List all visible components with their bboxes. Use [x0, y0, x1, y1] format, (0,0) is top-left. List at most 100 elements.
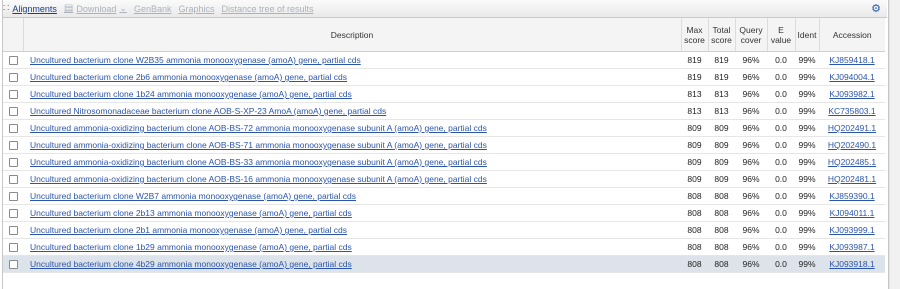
header-total-score[interactable]: Total score [707, 18, 735, 52]
download-menu[interactable]: ▤ Download ⌄ [64, 3, 127, 14]
table-row[interactable]: Uncultured bacterium clone 2b6 ammonia m… [3, 68, 885, 86]
table-row[interactable]: Uncultured bacterium clone 2b13 ammonia … [3, 204, 885, 222]
description-link[interactable]: Uncultured Nitrosomonadaceae bacterium c… [23, 106, 386, 116]
checkbox[interactable] [8, 192, 18, 202]
row-checkbox[interactable] [3, 119, 23, 137]
query-cover-cell: 96% [735, 51, 767, 69]
row-checkbox[interactable] [3, 68, 23, 86]
table-row[interactable]: Uncultured Nitrosomonadaceae bacterium c… [3, 102, 885, 120]
total-score-cell: 808 [708, 187, 735, 205]
row-checkbox[interactable] [3, 238, 23, 256]
checkbox[interactable] [8, 243, 18, 253]
accession-link[interactable]: KJ094011.1 [830, 208, 875, 218]
description-cell: Uncultured bacterium clone 2b1 ammonia m… [23, 221, 681, 239]
max-score-cell: 808 [681, 255, 708, 273]
description-link[interactable]: Uncultured bacterium clone 4b29 ammonia … [23, 259, 352, 269]
gear-icon[interactable]: ⚙ [871, 2, 881, 15]
row-checkbox[interactable] [3, 136, 23, 154]
checkbox[interactable] [8, 107, 18, 117]
genbank-link[interactable]: GenBank [134, 4, 172, 14]
accession-link[interactable]: KJ093918.1 [829, 259, 874, 269]
accession-cell: KC735803.1 [819, 102, 885, 120]
checkbox[interactable] [8, 90, 18, 100]
checkbox[interactable] [8, 73, 18, 83]
description-link[interactable]: Uncultured bacterium clone 1b24 ammonia … [23, 89, 352, 99]
total-score-cell: 808 [708, 255, 735, 273]
accession-link[interactable]: KJ859390.1 [829, 191, 874, 201]
total-score-cell: 813 [708, 102, 735, 120]
description-link[interactable]: Uncultured bacterium clone 2b6 ammonia m… [23, 72, 347, 82]
accession-link[interactable]: KJ859418.1 [829, 55, 874, 65]
row-checkbox[interactable] [3, 255, 23, 273]
description-link[interactable]: Uncultured bacterium clone W2B35 ammonia… [23, 55, 361, 65]
download-label: Download [76, 3, 117, 14]
description-link[interactable]: Uncultured bacterium clone 2b13 ammonia … [23, 208, 352, 218]
description-cell: Uncultured ammonia-oxidizing bacterium c… [23, 119, 681, 137]
description-link[interactable]: Uncultured bacterium clone 1b29 ammonia … [23, 242, 352, 252]
checkbox[interactable] [8, 260, 18, 270]
table-row[interactable]: Uncultured bacterium clone 1b29 ammonia … [3, 238, 885, 256]
table-row[interactable]: Uncultured ammonia-oxidizing bacterium c… [3, 136, 885, 154]
description-link[interactable]: Uncultured ammonia-oxidizing bacterium c… [23, 174, 487, 184]
row-checkbox[interactable] [3, 153, 23, 171]
description-link[interactable]: Uncultured bacterium clone 2b1 ammonia m… [23, 225, 347, 235]
accession-link[interactable]: KJ093987.1 [829, 242, 874, 252]
table-row[interactable]: Uncultured bacterium clone 1b24 ammonia … [3, 85, 885, 103]
accession-cell: KJ859418.1 [819, 51, 885, 69]
description-link[interactable]: Uncultured bacterium clone W2B7 ammonia … [23, 191, 356, 201]
row-checkbox[interactable] [3, 102, 23, 120]
total-score-cell: 808 [708, 221, 735, 239]
query-cover-cell: 96% [735, 85, 767, 103]
header-e-value[interactable]: E value [766, 18, 795, 52]
checkbox[interactable] [8, 158, 18, 168]
header-max-score[interactable]: Max score [680, 18, 708, 52]
distance-tree-link[interactable]: Distance tree of results [221, 4, 313, 14]
row-checkbox[interactable] [3, 51, 23, 69]
header-query-cover[interactable]: Query cover [734, 18, 767, 52]
accession-cell: KJ093987.1 [819, 238, 885, 256]
table-row[interactable]: Uncultured bacterium clone W2B7 ammonia … [3, 187, 885, 205]
row-checkbox[interactable] [3, 187, 23, 205]
ident-cell: 99% [795, 85, 819, 103]
e-value-cell: 0.0 [767, 170, 795, 188]
table-row[interactable]: Uncultured ammonia-oxidizing bacterium c… [3, 170, 885, 188]
accession-link[interactable]: KJ093982.1 [829, 89, 874, 99]
header-accession[interactable]: Accession [818, 18, 885, 52]
checkbox[interactable] [8, 175, 18, 185]
description-link[interactable]: Uncultured ammonia-oxidizing bacterium c… [23, 140, 487, 150]
scrollbar[interactable] [889, 0, 900, 289]
graphics-link[interactable]: Graphics [178, 4, 214, 14]
description-cell: Uncultured bacterium clone 4b29 ammonia … [23, 255, 681, 273]
accession-link[interactable]: HQ202491.1 [828, 123, 876, 133]
table-row[interactable]: Uncultured ammonia-oxidizing bacterium c… [3, 119, 885, 137]
max-score-cell: 809 [681, 119, 708, 137]
accession-link[interactable]: KC735803.1 [828, 106, 875, 116]
accession-link[interactable]: HQ202490.1 [828, 140, 876, 150]
checkbox[interactable] [8, 56, 18, 66]
accession-link[interactable]: KJ094004.1 [829, 72, 874, 82]
header-ident[interactable]: Ident [794, 18, 819, 52]
row-checkbox[interactable] [3, 221, 23, 239]
description-link[interactable]: Uncultured ammonia-oxidizing bacterium c… [23, 123, 487, 133]
checkbox[interactable] [8, 209, 18, 219]
accession-link[interactable]: KJ093999.1 [829, 225, 874, 235]
header-description[interactable]: Description [22, 18, 681, 52]
query-cover-cell: 96% [735, 187, 767, 205]
table-row[interactable]: Uncultured bacterium clone W2B35 ammonia… [3, 51, 885, 69]
table-row[interactable]: Uncultured bacterium clone 4b29 ammonia … [3, 255, 885, 273]
checkbox[interactable] [8, 141, 18, 151]
ident-cell: 99% [795, 119, 819, 137]
checkbox[interactable] [8, 124, 18, 134]
accession-link[interactable]: HQ202485.1 [828, 157, 876, 167]
tab-alignments[interactable]: ∷ Alignments [3, 3, 57, 14]
row-checkbox[interactable] [3, 85, 23, 103]
table-row[interactable]: Uncultured ammonia-oxidizing bacterium c… [3, 153, 885, 171]
row-checkbox[interactable] [3, 170, 23, 188]
max-score-cell: 808 [681, 238, 708, 256]
table-row[interactable]: Uncultured bacterium clone 2b1 ammonia m… [3, 221, 885, 239]
description-link[interactable]: Uncultured ammonia-oxidizing bacterium c… [23, 157, 487, 167]
row-checkbox[interactable] [3, 204, 23, 222]
checkbox[interactable] [8, 226, 18, 236]
description-cell: Uncultured bacterium clone 1b29 ammonia … [23, 238, 681, 256]
accession-link[interactable]: HQ202481.1 [828, 174, 876, 184]
